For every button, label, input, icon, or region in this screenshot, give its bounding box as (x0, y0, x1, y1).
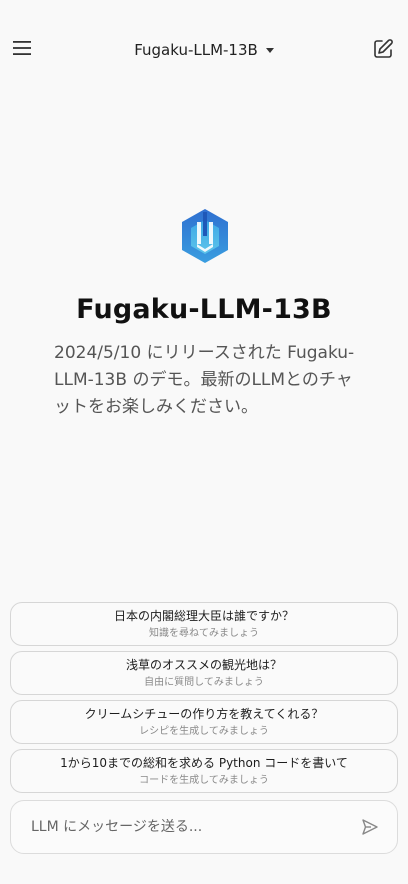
model-selector[interactable]: Fugaku-LLM-13B (134, 41, 274, 59)
suggestion-title: 日本の内閣総理大臣は誰ですか？ (113, 608, 294, 623)
suggestion-list: 日本の内閣総理大臣は誰ですか？ 知識を尋ねてみましょう 浅草のオススメの観光地は… (10, 602, 398, 798)
model-name: Fugaku-LLM-13B (134, 41, 258, 59)
send-icon[interactable] (361, 818, 379, 836)
fugaku-logo-icon (181, 208, 229, 264)
model-selector-wrapper: Fugaku-LLM-13B (0, 30, 408, 70)
top-bar: Fugaku-LLM-13B (0, 30, 408, 70)
message-input[interactable] (31, 819, 361, 835)
suggestion-subtitle: 知識を尋ねてみましょう (149, 627, 259, 639)
edit-icon[interactable] (372, 38, 394, 60)
suggestion-card[interactable]: 1から10までの総和を求める Python コードを書いて コードを生成してみま… (10, 749, 398, 793)
hamburger-menu-icon[interactable] (12, 40, 34, 60)
suggestion-card[interactable]: クリームシチューの作り方を教えてくれる？ レシピを生成してみましょう (10, 700, 398, 744)
suggestion-subtitle: レシピを生成してみましょう (139, 725, 269, 737)
suggestion-title: 浅草のオススメの観光地は？ (125, 657, 282, 672)
suggestion-title: 1から10までの総和を求める Python コードを書いて (60, 755, 348, 770)
page-description: 2024/5/10 にリリースされた Fugaku-LLM-13B のデモ。最新… (54, 343, 355, 417)
page-title: Fugaku-LLM-13B (76, 294, 332, 325)
message-composer (10, 800, 398, 854)
suggestion-card[interactable]: 日本の内閣総理大臣は誰ですか？ 知識を尋ねてみましょう (10, 602, 398, 646)
suggestion-subtitle: 自由に質問してみましょう (144, 676, 264, 688)
caret-down-icon (265, 47, 274, 53)
suggestion-subtitle: コードを生成してみましょう (139, 774, 269, 786)
suggestion-card[interactable]: 浅草のオススメの観光地は？ 自由に質問してみましょう (10, 651, 398, 695)
suggestion-title: クリームシチューの作り方を教えてくれる？ (84, 706, 324, 721)
